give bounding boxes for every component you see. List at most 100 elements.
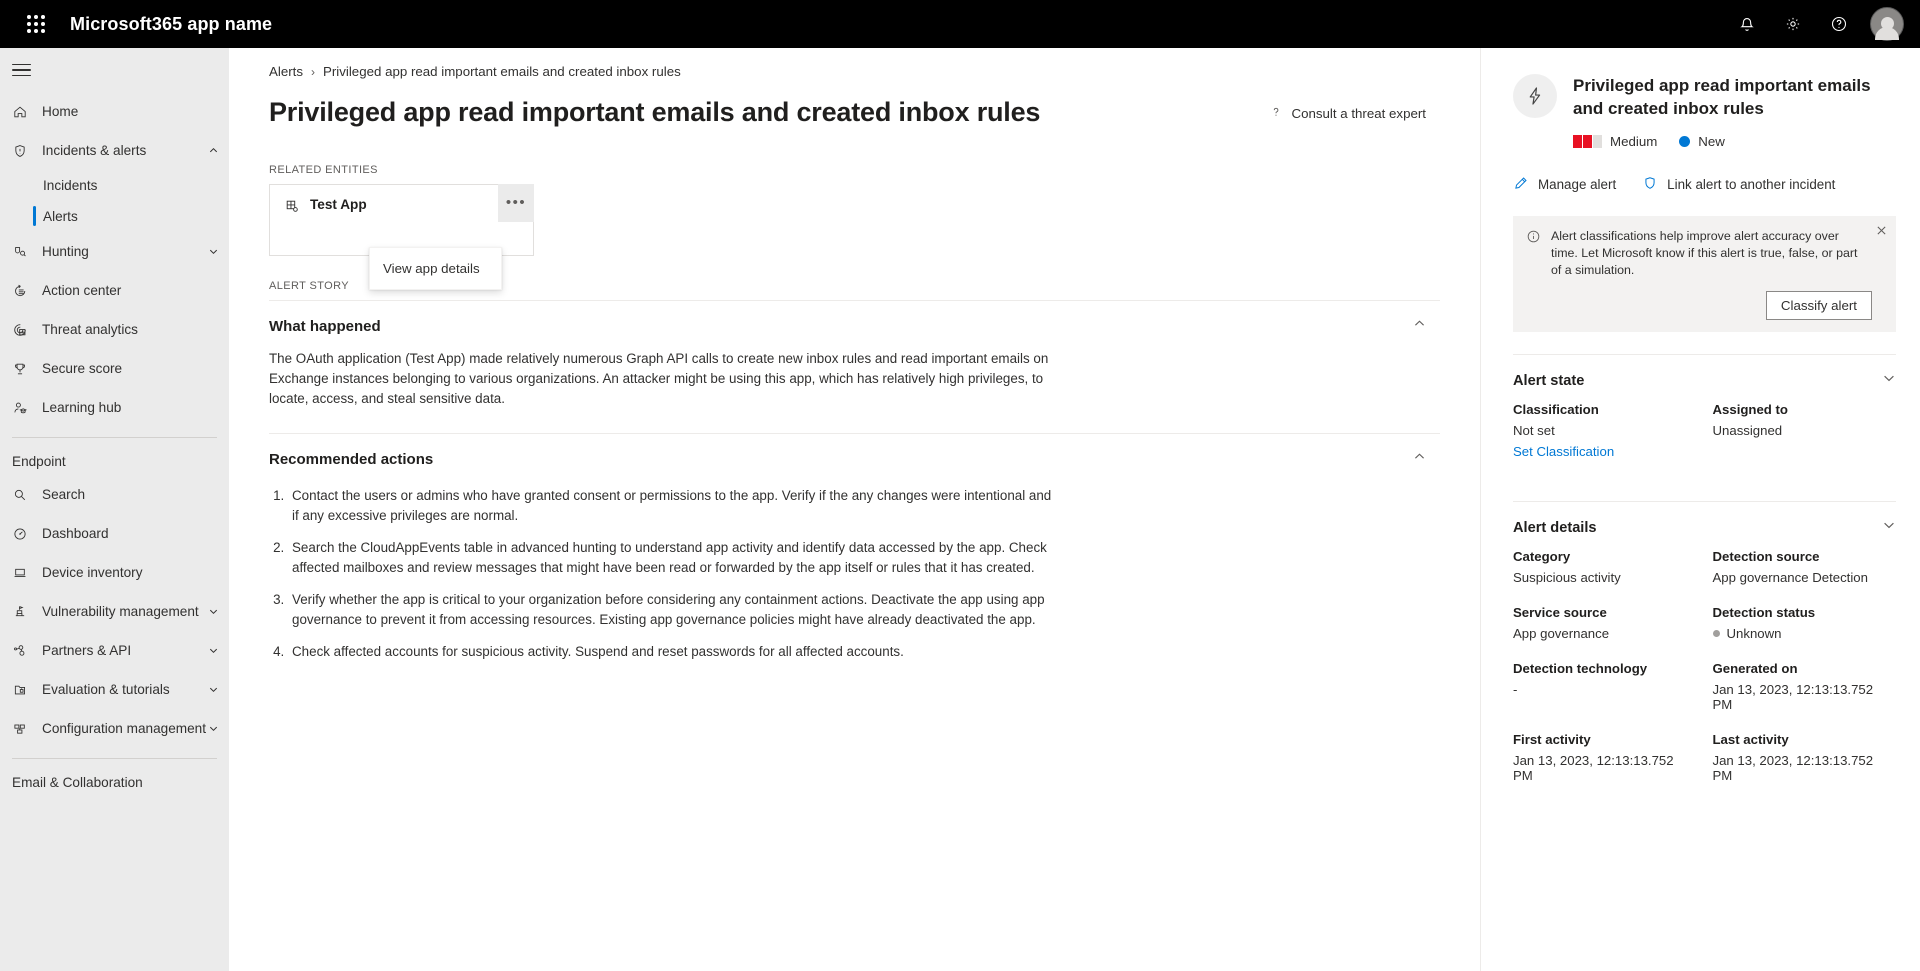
sidebar-item-label: Vulnerability management — [42, 604, 199, 619]
sidebar-item-label: Action center — [42, 283, 122, 298]
sidebar-item-label: Incidents & alerts — [42, 143, 147, 158]
panel-actions: Manage alert Link alert to another incid… — [1481, 149, 1920, 194]
alert-details-title: Alert details — [1513, 519, 1597, 536]
section-alert-state[interactable]: Alert state — [1513, 354, 1896, 402]
set-classification-link[interactable]: Set Classification — [1513, 444, 1697, 459]
suite-bar-actions — [1726, 3, 1904, 45]
vulnerability-icon — [12, 604, 34, 620]
recommended-actions-title: Recommended actions — [269, 450, 434, 468]
chevron-down-icon[interactable] — [1882, 371, 1896, 390]
suite-title: Microsoft365 app name — [70, 13, 273, 34]
chevron-up-icon[interactable] — [1413, 317, 1440, 335]
chevron-up-icon[interactable] — [1413, 450, 1440, 468]
alert-details-fields: Category Suspicious activity Detection s… — [1481, 549, 1920, 803]
action-center-icon — [12, 283, 34, 299]
sidebar-item-label: Hunting — [42, 244, 89, 259]
field-detection-technology: Detection technology - — [1513, 661, 1697, 712]
threat-analytics-icon — [12, 322, 34, 338]
sidebar-item-search[interactable]: Search — [0, 475, 229, 514]
dashboard-icon — [12, 526, 34, 542]
pencil-icon — [1513, 175, 1529, 194]
learning-hub-icon — [12, 400, 34, 416]
chevron-down-icon[interactable] — [208, 645, 219, 656]
entity-context-menu: View app details — [369, 247, 502, 290]
sidebar-item-hunting[interactable]: Hunting — [0, 232, 229, 271]
sidebar-item-home[interactable]: Home — [0, 92, 229, 131]
configuration-icon — [12, 721, 34, 737]
field-value: Suspicious activity — [1513, 570, 1621, 585]
alert-story-block: What happened The OAuth application (Tes… — [229, 300, 1480, 662]
avatar[interactable] — [1870, 7, 1904, 41]
main-region: Alerts › Privileged app read important e… — [229, 48, 1920, 971]
page-title: Privileged app read important emails and… — [269, 97, 1041, 127]
sidebar-item-dashboard[interactable]: Dashboard — [0, 514, 229, 553]
sidebar-item-device-inventory[interactable]: Device inventory — [0, 553, 229, 592]
entity-card-test-app[interactable]: Test App ••• — [269, 184, 534, 256]
sidebar-item-label: Incidents — [43, 178, 98, 193]
chevron-down-icon[interactable] — [208, 246, 219, 257]
close-icon[interactable] — [1876, 225, 1887, 238]
sidebar: Home Incidents & alerts Incidents Alerts — [0, 48, 229, 971]
field-value: App governance — [1513, 626, 1610, 641]
consult-threat-expert-button[interactable]: Consult a threat expert — [1269, 97, 1440, 122]
sidebar-item-alerts[interactable]: Alerts — [0, 201, 229, 232]
chevron-down-icon[interactable] — [208, 723, 219, 734]
alert-state-fields: Classification Not set Set Classificatio… — [1481, 402, 1920, 479]
status-badge: New — [1679, 134, 1725, 149]
gear-icon[interactable] — [1772, 3, 1814, 45]
manage-alert-button[interactable]: Manage alert — [1513, 175, 1616, 194]
app-entity-icon — [284, 198, 300, 219]
breadcrumb-alerts[interactable]: Alerts — [269, 64, 303, 79]
sidebar-item-label: Alerts — [43, 209, 78, 224]
sidebar-item-label: Search — [42, 487, 86, 502]
what-happened-title: What happened — [269, 317, 381, 335]
sidebar-item-incidents[interactable]: Incidents — [0, 170, 229, 201]
chevron-down-icon[interactable] — [208, 606, 219, 617]
hamburger-icon[interactable] — [0, 48, 229, 92]
bell-icon[interactable] — [1726, 3, 1768, 45]
chevron-up-icon[interactable] — [208, 145, 219, 156]
related-entities-caption: RELATED ENTITIES — [269, 164, 378, 176]
sidebar-item-evaluation-tutorials[interactable]: Evaluation & tutorials — [0, 670, 229, 709]
sidebar-item-threat-analytics[interactable]: Threat analytics — [0, 310, 229, 349]
field-first-activity: First activity Jan 13, 2023, 12:13:13.75… — [1513, 732, 1697, 783]
recommended-actions-list: Contact the users or admins who have gra… — [269, 486, 1059, 662]
severity-badge: Medium — [1573, 134, 1657, 149]
chevron-down-icon[interactable] — [1882, 518, 1896, 537]
panel-header: Privileged app read important emails and… — [1481, 48, 1920, 149]
field-value: Unassigned — [1712, 423, 1783, 438]
field-detection-source: Detection source App governance Detectio… — [1713, 549, 1897, 585]
entity-more-options-button[interactable]: ••• — [498, 184, 534, 222]
sidebar-item-label: Learning hub — [42, 400, 122, 415]
sidebar-item-vulnerability-management[interactable]: Vulnerability management — [0, 592, 229, 631]
sidebar-item-learning-hub[interactable]: Learning hub — [0, 388, 229, 427]
classify-alert-button[interactable]: Classify alert — [1765, 291, 1872, 320]
evaluation-icon — [12, 682, 34, 698]
field-label: Generated on — [1712, 661, 1798, 676]
field-label: First activity — [1513, 732, 1591, 747]
section-alert-details[interactable]: Alert details — [1513, 501, 1896, 549]
accordion-what-happened[interactable]: What happened — [269, 301, 1440, 349]
sidebar-section-email-collaboration: Email & Collaboration — [12, 775, 143, 790]
sidebar-item-incidents-alerts[interactable]: Incidents & alerts — [0, 131, 229, 170]
sidebar-item-secure-score[interactable]: Secure score — [0, 349, 229, 388]
sidebar-item-action-center[interactable]: Action center — [0, 271, 229, 310]
accordion-recommended-actions[interactable]: Recommended actions — [269, 434, 1440, 482]
trophy-icon — [12, 361, 34, 377]
field-value: Jan 13, 2023, 12:13:13.752 PM — [1712, 682, 1874, 712]
sidebar-item-partners-api[interactable]: Partners & API — [0, 631, 229, 670]
app-launcher-icon[interactable] — [16, 4, 56, 44]
chevron-down-icon[interactable] — [208, 684, 219, 695]
field-value: Jan 13, 2023, 12:13:13.752 PM — [1513, 753, 1674, 783]
sidebar-item-configuration-management[interactable]: Configuration management — [0, 709, 229, 748]
field-value: Unknown — [1726, 626, 1782, 641]
help-icon[interactable] — [1818, 3, 1860, 45]
device-icon — [12, 565, 34, 581]
link-alert-button[interactable]: Link alert to another incident — [1642, 175, 1835, 194]
severity-bars-icon — [1573, 135, 1602, 148]
list-item: Verify whether the app is critical to yo… — [288, 590, 1059, 630]
field-detection-status: Detection status Unknown — [1712, 605, 1897, 641]
menu-item-view-app-details[interactable]: View app details — [370, 252, 501, 285]
list-item: Search the CloudAppEvents table in advan… — [288, 538, 1059, 578]
hunting-icon — [12, 244, 34, 260]
